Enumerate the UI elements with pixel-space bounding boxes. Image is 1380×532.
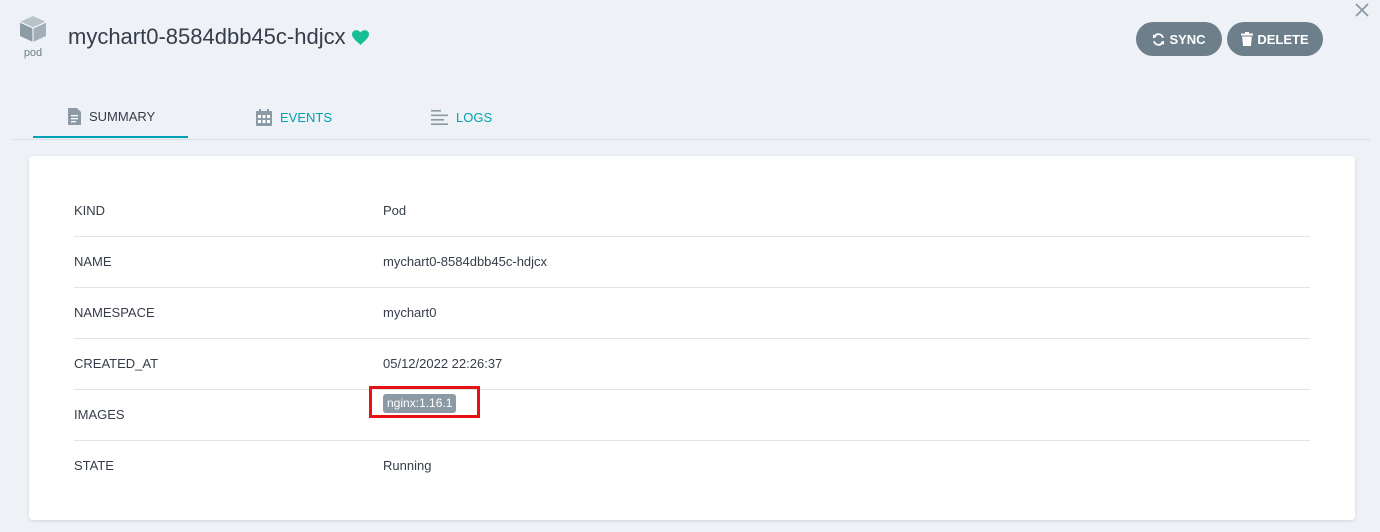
table-row: NAME mychart0-8584dbb45c-hdjcx — [74, 236, 1310, 288]
table-row: STATE Running — [74, 440, 1310, 491]
lines-icon — [431, 109, 448, 125]
table-row: KIND Pod — [74, 185, 1310, 237]
tab-summary[interactable]: SUMMARY — [33, 96, 188, 138]
sync-icon — [1153, 32, 1165, 46]
pod-details-panel: pod mychart0-8584dbb45c-hdjcx SYNC DELET… — [0, 0, 1380, 532]
row-key: NAME — [74, 254, 112, 269]
row-value: mychart0 — [383, 305, 437, 320]
tab-bar: SUMMARY EVENTS LOGS — [13, 96, 1370, 140]
row-value: Pod — [383, 203, 407, 218]
sync-label: SYNC — [1169, 31, 1206, 47]
row-key: NAMESPACE — [74, 305, 155, 320]
calendar-icon — [256, 108, 272, 126]
tab-logs[interactable]: LOGS — [431, 96, 492, 138]
page-title: mychart0-8584dbb45c-hdjcx — [68, 24, 369, 50]
highlight-box — [369, 386, 480, 418]
row-value: Running — [383, 458, 432, 473]
row-value: mychart0-8584dbb45c-hdjcx — [383, 254, 548, 269]
tab-events-label: EVENTS — [280, 109, 333, 125]
heart-icon — [351, 29, 369, 45]
trash-icon — [1241, 32, 1254, 46]
table-row: IMAGES — [74, 389, 1310, 441]
pod-name-title: mychart0-8584dbb45c-hdjcx — [68, 24, 346, 49]
table-row: CREATED_AT 05/12/2022 22:26:37 — [74, 338, 1310, 390]
row-key: KIND — [74, 203, 106, 218]
summary-card: KIND Pod NAME mychart0-8584dbb45c-hdjcx … — [29, 156, 1355, 520]
table-row: NAMESPACE mychart0 — [74, 287, 1310, 339]
kind-label: pod — [23, 47, 43, 59]
document-icon — [68, 107, 81, 125]
close-icon[interactable] — [1354, 2, 1370, 18]
row-value: 05/12/2022 22:26:37 — [383, 356, 503, 371]
row-key: IMAGES — [74, 407, 125, 422]
row-key: CREATED_AT — [74, 356, 159, 371]
delete-button[interactable]: DELETE — [1227, 22, 1323, 56]
tab-summary-label: SUMMARY — [89, 108, 156, 124]
delete-label: DELETE — [1257, 31, 1309, 47]
pod-cube-icon — [19, 16, 47, 42]
tab-events[interactable]: EVENTS — [256, 96, 332, 138]
row-key: STATE — [74, 458, 114, 473]
pod-kind-indicator: pod — [16, 14, 50, 59]
sync-button[interactable]: SYNC — [1136, 22, 1222, 56]
tab-logs-label: LOGS — [456, 109, 493, 125]
